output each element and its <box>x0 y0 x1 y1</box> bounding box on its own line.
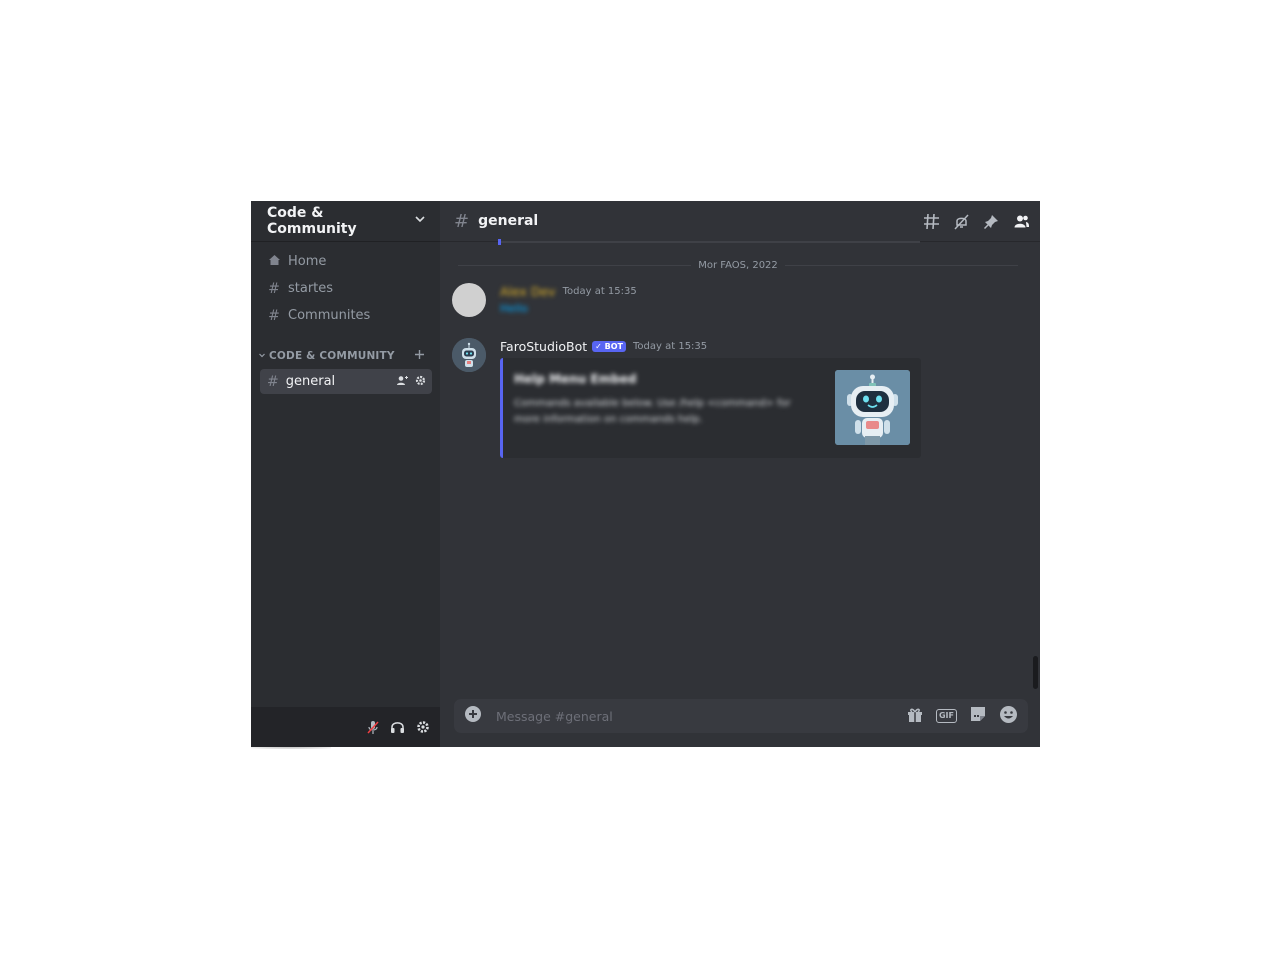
threads-icon[interactable] <box>922 212 940 230</box>
category-label: CODE & COMMUNITY <box>269 350 395 362</box>
embed-thumbnail-robot[interactable] <box>835 370 910 445</box>
hash-icon: # <box>268 307 280 324</box>
member-list-icon[interactable] <box>1012 212 1030 230</box>
nav-item-label: Home <box>288 254 327 269</box>
user-panel <box>251 707 440 747</box>
nav-item-startes[interactable]: # startes <box>251 275 440 302</box>
server-header[interactable]: Code & Community <box>251 201 440 241</box>
scrollbar-thumb[interactable] <box>1033 656 1038 689</box>
discord-window: Code & Community Home # startes # Commun… <box>251 201 1040 747</box>
hash-icon: # <box>268 280 280 297</box>
bot-badge: ✓ BOT <box>592 340 626 352</box>
home-icon <box>267 254 281 270</box>
emoji-icon[interactable] <box>999 705 1018 728</box>
plus-icon[interactable] <box>414 349 425 363</box>
nav-list: Home # startes # Communites <box>251 241 440 329</box>
add-member-icon[interactable] <box>396 375 409 389</box>
date-divider: Mor FAOS, 2022 <box>458 258 1018 272</box>
message-author[interactable]: FaroStudioBot <box>500 339 587 354</box>
mic-muted-icon[interactable] <box>365 720 380 735</box>
channel-title: general <box>478 213 539 229</box>
server-name: Code & Community <box>267 205 357 237</box>
nav-item-communites[interactable]: # Communites <box>251 302 440 329</box>
nav-item-home[interactable]: Home <box>251 248 440 275</box>
previous-embed-edge <box>498 239 920 245</box>
nav-item-label: Communites <box>288 308 371 323</box>
channel-item-general[interactable]: # general <box>260 369 432 394</box>
channel-header: # general <box>440 201 1040 241</box>
notification-mute-icon[interactable] <box>952 212 970 230</box>
chevron-down-icon <box>414 213 426 229</box>
message-composer: GIF <box>454 699 1028 733</box>
message-item: FaroStudioBot ✓ BOT Today at 15:35 Help … <box>452 338 1020 458</box>
message-input[interactable] <box>494 707 906 725</box>
chat-area: # general Mor FAOS, 2022 Alex Dev Today … <box>440 201 1040 747</box>
gear-icon[interactable] <box>415 375 426 389</box>
hash-icon: # <box>454 210 470 232</box>
nav-item-label: startes <box>288 281 334 296</box>
embed-title: Help Menu Embed <box>514 372 637 386</box>
hash-icon: # <box>267 373 279 390</box>
category-header[interactable]: CODE & COMMUNITY <box>251 346 440 366</box>
headphones-icon[interactable] <box>390 720 405 735</box>
bot-avatar[interactable] <box>452 338 486 372</box>
message-author[interactable]: Alex Dev <box>500 284 556 299</box>
embed-description: Commands available below. Use /help <com… <box>514 398 791 425</box>
avatar[interactable] <box>452 283 486 317</box>
chevron-down-icon <box>258 350 266 362</box>
channel-name: general <box>285 374 336 389</box>
gift-icon[interactable] <box>906 705 924 727</box>
message-text: Hello <box>500 302 528 315</box>
message-embed: Help Menu Embed Commands available below… <box>500 358 921 458</box>
channel-sidebar: Code & Community Home # startes # Commun… <box>251 201 440 747</box>
add-attachment-icon[interactable] <box>464 705 482 727</box>
sticker-icon[interactable] <box>969 705 987 727</box>
message-timestamp: Today at 15:35 <box>562 285 637 297</box>
pin-icon[interactable] <box>982 212 1000 230</box>
message-item: Alex Dev Today at 15:35 Hello <box>452 283 1020 317</box>
message-timestamp: Today at 15:35 <box>633 340 708 352</box>
settings-gear-icon[interactable] <box>415 720 430 735</box>
gif-icon[interactable]: GIF <box>935 709 957 723</box>
date-divider-text: Mor FAOS, 2022 <box>698 259 778 271</box>
